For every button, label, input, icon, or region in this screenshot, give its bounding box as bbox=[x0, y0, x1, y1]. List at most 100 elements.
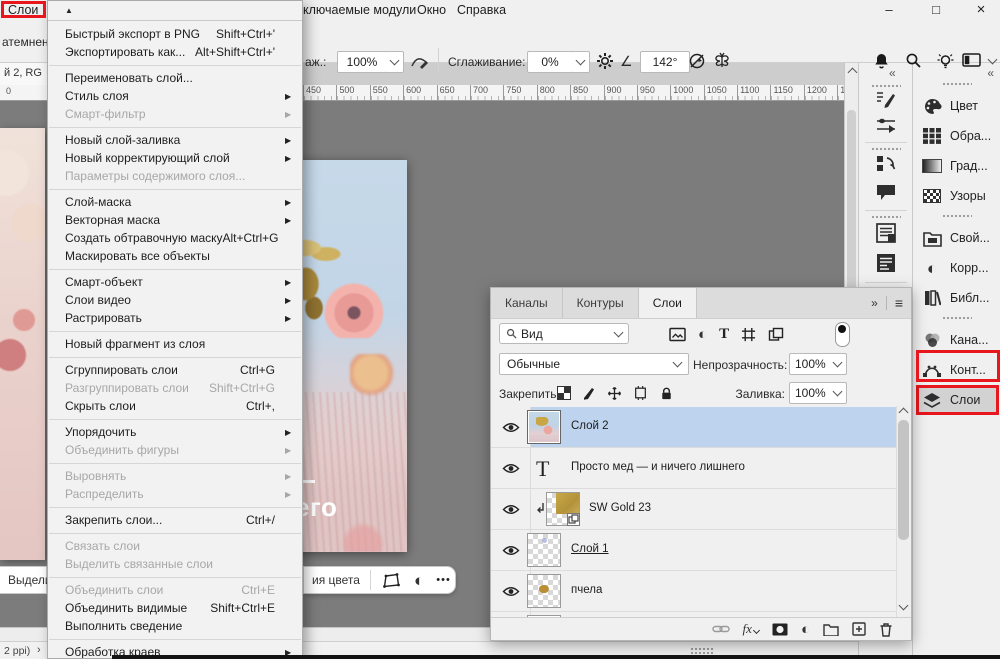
visibility-toggle[interactable] bbox=[491, 407, 531, 447]
adjustments-icon[interactable]: ◐ bbox=[414, 572, 424, 589]
menu-item[interactable]: Сгруппировать слои Ctrl+G ▶ bbox=[48, 361, 302, 379]
layer-thumbnail[interactable] bbox=[527, 533, 561, 567]
color-adjust-button-fragment[interactable]: ия цвета bbox=[304, 570, 371, 590]
menu-item[interactable]: Экспортировать как... Alt+Shift+Ctrl+' ▶ bbox=[48, 43, 302, 61]
collapse-dock-icon[interactable]: « bbox=[889, 66, 896, 80]
menu-item[interactable]: Быстрый экспорт в PNG Shift+Ctrl+' ▶ bbox=[48, 25, 302, 43]
filter-adjustment-icon[interactable]: ◐ bbox=[698, 327, 707, 342]
menu-item[interactable]: Выровнять ▶ bbox=[48, 467, 302, 485]
smoothing-value-field[interactable]: 0% bbox=[527, 51, 573, 73]
panel-button-gradients[interactable]: Град... bbox=[919, 154, 996, 178]
menu-item[interactable]: Растрировать ▶ bbox=[48, 309, 302, 327]
menu-item[interactable]: Объединить видимые Shift+Ctrl+E ▶ bbox=[48, 599, 302, 617]
drag-handle[interactable] bbox=[942, 316, 972, 320]
menu-item[interactable]: Переименовать слой... ▶ bbox=[48, 69, 302, 87]
layer-name[interactable]: SW Gold 23 bbox=[589, 502, 651, 514]
layer-row[interactable]: Слой 1 bbox=[491, 530, 911, 571]
tab-channels[interactable]: Каналы bbox=[491, 288, 563, 318]
tool-sliders-icon[interactable] bbox=[875, 114, 897, 136]
blend-mode-select[interactable]: Обычные bbox=[499, 353, 689, 375]
drag-handle[interactable] bbox=[871, 215, 901, 219]
paragraph-icon[interactable] bbox=[875, 222, 897, 244]
discover-bulb-icon[interactable] bbox=[936, 52, 955, 70]
layer-filter-select[interactable]: Вид bbox=[499, 323, 629, 344]
drag-handle[interactable] bbox=[942, 82, 972, 86]
workspace-panel-icon[interactable] bbox=[962, 52, 981, 68]
lock-all-icon[interactable] bbox=[659, 386, 674, 401]
lock-position-icon[interactable] bbox=[607, 386, 622, 401]
panel-menu-icon[interactable]: ≡ bbox=[895, 295, 903, 311]
panel-button-properties[interactable]: Свой... bbox=[919, 226, 996, 250]
new-group-icon[interactable] bbox=[823, 623, 839, 636]
layer-thumbnail[interactable] bbox=[527, 410, 561, 444]
menu-scroll-up[interactable]: ▲ bbox=[48, 1, 302, 21]
menu-item[interactable]: Объединить фигуры ▶ bbox=[48, 441, 302, 459]
panel-button-adjustments[interactable]: ◐ Корр... bbox=[919, 256, 996, 280]
layer-row[interactable]: пчела bbox=[491, 571, 911, 612]
lock-transparency-icon[interactable] bbox=[557, 386, 571, 400]
menu-item[interactable]: ▶ bbox=[49, 269, 301, 270]
status-chevron[interactable]: › bbox=[37, 644, 41, 656]
menu-item[interactable]: Слой-маска ▶ bbox=[48, 193, 302, 211]
layer-row[interactable]: Слой 2 bbox=[491, 407, 911, 448]
transform-icon[interactable] bbox=[383, 573, 400, 588]
pressure-value-field[interactable]: 100% bbox=[337, 51, 387, 73]
visibility-toggle[interactable] bbox=[491, 530, 531, 570]
more-options-button[interactable]: ••• bbox=[436, 574, 451, 586]
menu-item[interactable]: Смарт-фильтр ▶ bbox=[48, 105, 302, 123]
menu-item[interactable]: ▶ bbox=[49, 577, 301, 578]
panel-button-channels[interactable]: Кана... bbox=[919, 328, 996, 352]
menu-item[interactable]: ▶ bbox=[49, 463, 301, 464]
lock-artboard-icon[interactable] bbox=[633, 386, 648, 400]
lock-pixels-icon[interactable] bbox=[582, 386, 596, 400]
filter-shape-icon[interactable] bbox=[741, 327, 756, 342]
link-layers-icon[interactable] bbox=[712, 623, 730, 635]
menu-item[interactable]: Векторная маска ▶ bbox=[48, 211, 302, 229]
pressure-dropdown-button[interactable] bbox=[386, 51, 404, 73]
notifications-bell-icon[interactable] bbox=[873, 52, 890, 70]
menu-item[interactable]: Параметры содержимого слоя... ▶ bbox=[48, 167, 302, 185]
visibility-toggle[interactable] bbox=[491, 571, 531, 611]
filter-type-icon[interactable]: T bbox=[719, 326, 729, 343]
menu-item[interactable]: Упорядочить ▶ bbox=[48, 423, 302, 441]
search-icon[interactable] bbox=[905, 52, 922, 69]
angle-value-field[interactable]: 142° bbox=[640, 51, 690, 73]
menu-item[interactable]: ▶ bbox=[49, 331, 301, 332]
menu-plugins-fragment[interactable]: ключаемые модули bbox=[303, 3, 416, 17]
type-layer-icon[interactable]: T bbox=[536, 456, 549, 482]
close-button[interactable]: × bbox=[970, 0, 992, 20]
panel-button-patterns[interactable]: Узоры bbox=[919, 184, 996, 208]
new-adjustment-layer-icon[interactable]: ◐ bbox=[801, 622, 810, 637]
menu-item[interactable]: Распределить ▶ bbox=[48, 485, 302, 503]
brush-settings-icon[interactable] bbox=[875, 88, 897, 110]
layer-name[interactable]: Слой 2 bbox=[571, 420, 609, 432]
menu-item[interactable]: Выполнить сведение ▶ bbox=[48, 617, 302, 635]
menu-item[interactable]: ▶ bbox=[49, 507, 301, 508]
menu-item[interactable]: ▶ bbox=[49, 357, 301, 358]
scrollbar-thumb[interactable] bbox=[898, 420, 909, 540]
menu-window[interactable]: Окно bbox=[417, 3, 446, 17]
fill-field[interactable]: 100% bbox=[789, 382, 847, 404]
menu-item[interactable]: Маскировать все объекты ▶ bbox=[48, 247, 302, 265]
layer-row[interactable]: SW Gold 23 bbox=[491, 489, 911, 530]
menu-item[interactable]: ▶ bbox=[49, 189, 301, 190]
layer-thumbnail[interactable] bbox=[546, 492, 580, 526]
menu-item[interactable]: Создать обтравочную маску Alt+Ctrl+G ▶ bbox=[48, 229, 302, 247]
menu-item[interactable]: Смарт-объект ▶ bbox=[48, 273, 302, 291]
glyphs-icon[interactable] bbox=[875, 252, 897, 274]
notes-icon[interactable] bbox=[875, 182, 897, 202]
panel-button-color[interactable]: Цвет bbox=[919, 94, 996, 118]
opacity-field[interactable]: 100% bbox=[789, 353, 847, 375]
layer-name[interactable]: пчела bbox=[571, 584, 602, 596]
minimize-button[interactable]: – bbox=[878, 0, 900, 20]
contextual-taskbar-left[interactable]: Выдели bbox=[0, 566, 47, 594]
gear-icon[interactable] bbox=[596, 52, 614, 70]
menu-item[interactable]: Разгруппировать слои Shift+Ctrl+G ▶ bbox=[48, 379, 302, 397]
drag-handle[interactable] bbox=[942, 214, 972, 218]
layer-row[interactable]: T Просто мед — и ничего лишнего bbox=[491, 448, 911, 489]
menu-item[interactable]: Объединить слои Ctrl+E ▶ bbox=[48, 581, 302, 599]
add-mask-icon[interactable] bbox=[772, 623, 788, 636]
filter-toggle-switch[interactable] bbox=[835, 322, 850, 347]
menu-help[interactable]: Справка bbox=[457, 3, 506, 17]
smoothing-dropdown-button[interactable] bbox=[572, 51, 590, 73]
